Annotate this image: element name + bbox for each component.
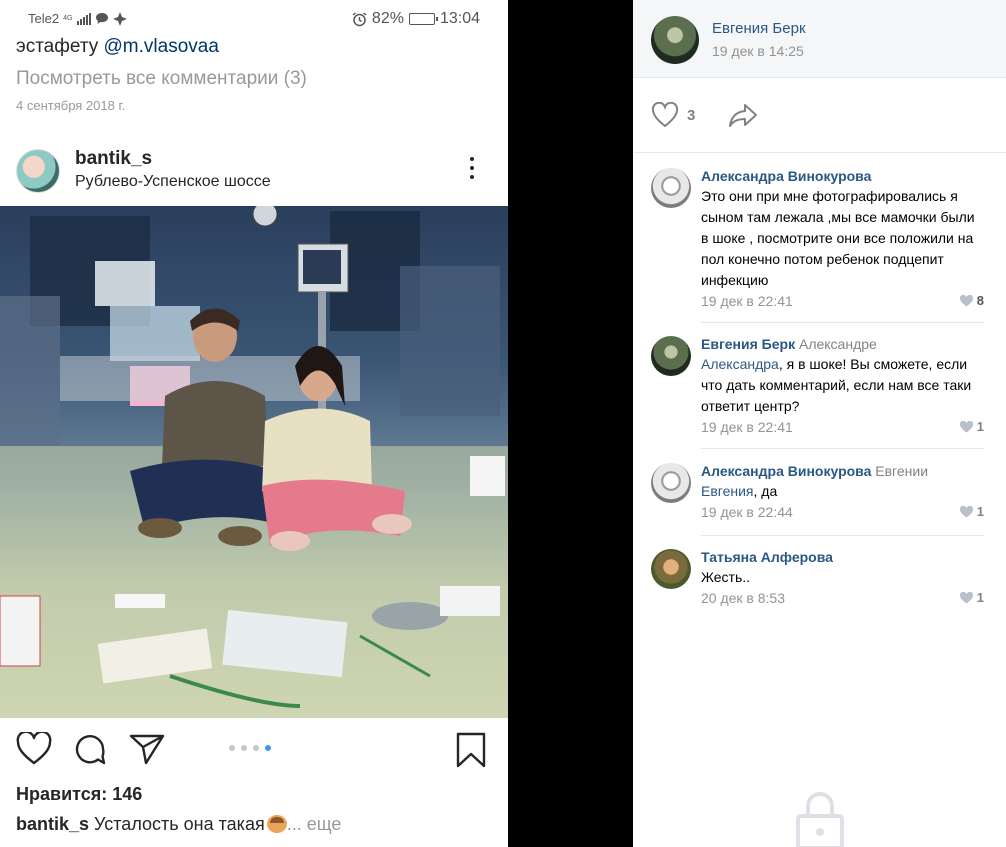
comment-like-count: 1	[976, 590, 984, 605]
comment-body: Александра Винокурова Евгении Евгения, д…	[701, 461, 984, 524]
comment-like-button[interactable]: 1	[959, 504, 984, 519]
network-type-label: 4G	[63, 15, 73, 22]
battery-percent: 82%	[371, 10, 404, 27]
comment-text: Александра, я в шоке! Вы сможете, если ч…	[701, 356, 972, 414]
reply-to-label: Александре	[795, 336, 877, 352]
comment-like-count: 1	[976, 419, 984, 434]
carousel-dot	[241, 745, 247, 751]
mention-link[interactable]: Евгения	[701, 483, 754, 499]
comment-text: Жесть..	[701, 569, 751, 585]
comment-author[interactable]: Татьяна Алферова	[701, 547, 984, 567]
previous-post-date: 4 сентября 2018 г.	[16, 98, 126, 113]
vk-comments-screenshot: Евгения Берк 19 дек в 14:25 3 Александра…	[633, 0, 1006, 847]
heart-icon	[959, 591, 973, 604]
caption-more-link[interactable]: ... еще	[287, 814, 342, 834]
heart-icon	[651, 102, 679, 128]
lock-icon	[796, 792, 844, 847]
comment-author[interactable]: Евгения Берк Александре	[701, 334, 984, 354]
status-left: Tele2 4G	[28, 11, 128, 26]
sparkle-icon	[113, 11, 128, 26]
post-header: bantik_s Рублево-Успенское шоссе	[0, 142, 508, 202]
previous-post-caption: эстафету @m.vlasovaa	[16, 36, 219, 58]
comment-author[interactable]: Александра Винокурова	[701, 166, 984, 186]
comment-footer: 19 дек в 22:41 8	[701, 293, 984, 313]
comment-footer: 20 дек в 8:53 1	[701, 590, 984, 610]
like-button[interactable]: 3	[651, 102, 695, 128]
black-divider	[508, 0, 633, 847]
battery-icon	[408, 13, 438, 25]
clock-time: 13:04	[439, 10, 480, 27]
like-count: 3	[687, 106, 696, 124]
alarm-icon	[352, 11, 367, 26]
avatar[interactable]	[651, 463, 691, 503]
share-icon[interactable]	[728, 102, 758, 128]
comment-text: Евгения, да	[701, 483, 778, 499]
comment-like-count: 1	[976, 504, 984, 519]
vk-post-header: Евгения Берк 19 дек в 14:25	[633, 0, 1006, 78]
comment-divider	[701, 322, 984, 323]
vk-post-actions: 3	[633, 78, 1006, 153]
carousel-dot	[253, 745, 259, 751]
comment-body: Александра Винокурова Это они при мне фо…	[701, 166, 984, 313]
heart-icon[interactable]	[16, 732, 52, 766]
status-right: 82% 13:04	[352, 10, 480, 28]
carrier-label: Tele2	[28, 11, 60, 26]
chat-bubble-icon	[96, 13, 109, 24]
comment-body: Татьяна Алферова Жесть.. 20 дек в 8:53 1	[701, 547, 984, 610]
comment-date: 19 дек в 22:44	[701, 504, 793, 520]
post-caption: bantik_s Усталость она такая ... еще	[16, 814, 341, 835]
comment-date: 19 дек в 22:41	[701, 419, 793, 435]
comment-like-button[interactable]: 1	[959, 590, 984, 605]
mention-link[interactable]: @m.vlasovaa	[104, 36, 219, 57]
comment-divider	[701, 535, 984, 536]
monkey-emoji-icon	[266, 815, 287, 833]
heart-icon	[959, 505, 973, 518]
avatar[interactable]	[651, 16, 699, 64]
comment-icon[interactable]	[73, 732, 107, 766]
post-location[interactable]: Рублево-Успенское шоссе	[75, 173, 271, 191]
comment-divider	[701, 448, 984, 449]
mention-link[interactable]: Александра	[701, 356, 779, 372]
post-username[interactable]: bantik_s	[75, 148, 152, 170]
comment-text: Это они при мне фотографировались я сыно…	[701, 188, 975, 288]
reply-to-label: Евгении	[871, 463, 929, 479]
heart-icon	[959, 294, 973, 307]
comment-date: 19 дек в 22:41	[701, 293, 793, 309]
post-time: 19 дек в 14:25	[712, 43, 804, 59]
avatar[interactable]	[651, 168, 691, 208]
carousel-dot	[229, 745, 235, 751]
avatar[interactable]	[651, 549, 691, 589]
caption-text: Усталость она такая	[89, 814, 265, 834]
status-bar: Tele2 4G 82% 13:04	[0, 0, 508, 38]
comment-like-count: 8	[976, 293, 984, 308]
comment-date: 20 дек в 8:53	[701, 590, 786, 606]
more-vertical-icon[interactable]	[466, 157, 478, 187]
comment-like-button[interactable]: 8	[959, 293, 984, 308]
photo-illustration	[0, 206, 508, 718]
previous-caption-text: эстафету	[16, 36, 104, 57]
instagram-screenshot: Tele2 4G 82% 13:04 эстафету @m.vlasovaa …	[0, 0, 508, 847]
heart-icon	[959, 420, 973, 433]
comment-body: Евгения Берк Александре Александра, я в …	[701, 334, 984, 439]
send-icon[interactable]	[129, 732, 165, 766]
avatar[interactable]	[16, 149, 60, 193]
likes-count[interactable]: Нравится: 146	[16, 784, 142, 805]
avatar[interactable]	[651, 336, 691, 376]
signal-icon	[77, 12, 92, 25]
comment-author[interactable]: Александра Винокурова Евгении	[701, 461, 984, 481]
view-all-comments-link[interactable]: Посмотреть все комментарии (3)	[16, 68, 307, 90]
comment-footer: 19 дек в 22:44 1	[701, 504, 984, 524]
comment-like-button[interactable]: 1	[959, 419, 984, 434]
carousel-dots	[229, 745, 271, 751]
comment-footer: 19 дек в 22:41 1	[701, 419, 984, 439]
author-name[interactable]: Евгения Берк	[712, 20, 806, 37]
carousel-dot-active	[265, 745, 271, 751]
caption-username[interactable]: bantik_s	[16, 814, 89, 834]
bookmark-icon[interactable]	[455, 732, 487, 768]
post-photo[interactable]	[0, 206, 508, 718]
post-actions-bar	[0, 728, 508, 772]
